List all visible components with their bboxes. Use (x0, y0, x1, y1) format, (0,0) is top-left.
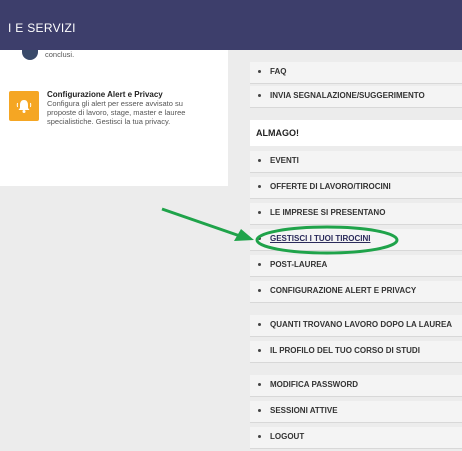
service-description-tail: conclusi. (45, 50, 75, 59)
bullet-icon (258, 94, 261, 97)
menu-item-profilo-corso[interactable]: IL PROFILO DEL TUO CORSO DI STUDI (250, 341, 462, 363)
menu-label: INVIA SEGNALAZIONE/SUGGERIMENTO (270, 91, 425, 100)
bullet-icon (258, 159, 261, 162)
bullet-icon (258, 435, 261, 438)
menu-item-gestisci-tirocini[interactable]: GESTISCI I TUOI TIROCINI (250, 229, 462, 251)
menu-item-quanti-lavoro[interactable]: QUANTI TROVANO LAVORO DOPO LA LAUREA (250, 315, 462, 337)
bullet-icon (258, 323, 261, 326)
alert-privacy-link[interactable]: Configurazione Alert e Privacy (47, 90, 163, 99)
menu-item-eventi[interactable]: EVENTI (250, 151, 462, 173)
bullet-icon (258, 289, 261, 292)
arrow-shaft (161, 207, 241, 238)
topbar-title: I E SERVIZI (8, 21, 76, 35)
menu-item-logout[interactable]: LOGOUT (250, 427, 462, 449)
menu-label: LE IMPRESE SI PRESENTANO (270, 208, 386, 217)
bullet-icon (258, 383, 261, 386)
bullet-icon (258, 70, 261, 73)
menu-item-sessioni[interactable]: SESSIONI ATTIVE (250, 401, 462, 423)
section-almago: ALMAGO! (250, 120, 462, 146)
menu-label: OFFERTE DI LAVORO/TIROCINI (270, 182, 391, 191)
side-menu: FAQ INVIA SEGNALAZIONE/SUGGERIMENTO ALMA… (250, 50, 462, 451)
menu-item-offerte[interactable]: OFFERTE DI LAVORO/TIROCINI (250, 177, 462, 199)
menu-label: POST-LAUREA (270, 260, 328, 269)
menu-item-imprese[interactable]: LE IMPRESE SI PRESENTANO (250, 203, 462, 225)
bullet-icon (258, 211, 261, 214)
alert-privacy-description: Configura gli alert per essere avvisato … (47, 99, 186, 126)
menu-item-faq[interactable]: FAQ (250, 62, 462, 84)
bullet-icon (258, 263, 261, 266)
bell-icon[interactable] (9, 91, 39, 121)
menu-label: GESTISCI I TUOI TIROCINI (270, 234, 371, 243)
menu-item-modifica-password[interactable]: MODIFICA PASSWORD (250, 375, 462, 397)
bullet-icon (258, 185, 261, 188)
menu-label: MODIFICA PASSWORD (270, 380, 358, 389)
services-panel: conclusi. Configurazione Alert e Privacy… (0, 50, 228, 186)
section-title: ALMAGO! (256, 128, 299, 138)
menu-item-segnalazione[interactable]: INVIA SEGNALAZIONE/SUGGERIMENTO (250, 86, 462, 108)
bullet-icon (258, 349, 261, 352)
menu-label: QUANTI TROVANO LAVORO DOPO LA LAUREA (270, 320, 453, 329)
menu-label: FAQ (270, 67, 287, 76)
bullet-icon (258, 237, 261, 240)
menu-label: LOGOUT (270, 432, 305, 441)
menu-item-post-laurea[interactable]: POST-LAUREA (250, 255, 462, 277)
menu-label: CONFIGURAZIONE ALERT E PRIVACY (270, 286, 417, 295)
menu-label: IL PROFILO DEL TUO CORSO DI STUDI (270, 346, 420, 355)
menu-label: EVENTI (270, 156, 299, 165)
top-bar: I E SERVIZI (0, 0, 462, 50)
menu-item-config-alert[interactable]: CONFIGURAZIONE ALERT E PRIVACY (250, 281, 462, 303)
menu-label: SESSIONI ATTIVE (270, 406, 338, 415)
bullet-icon (258, 409, 261, 412)
service-icon (22, 50, 38, 60)
